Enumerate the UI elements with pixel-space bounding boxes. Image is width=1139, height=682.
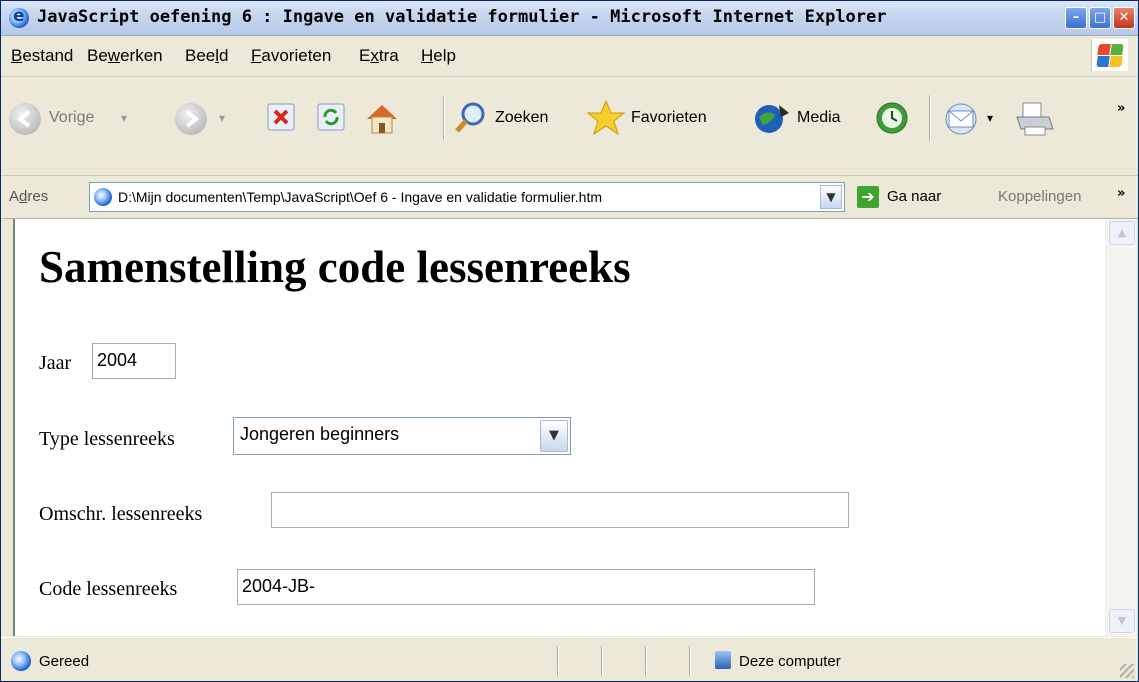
security-zone: Deze computer bbox=[739, 653, 841, 670]
year-label: Jaar bbox=[39, 352, 72, 374]
type-select[interactable]: Jongeren beginners ▼ bbox=[233, 417, 571, 455]
address-dropdown-icon[interactable]: ▼ bbox=[820, 185, 842, 209]
home-button[interactable] bbox=[363, 99, 403, 139]
mail-button[interactable]: ▾ bbox=[943, 99, 1001, 139]
menu-extra[interactable]: Extra bbox=[359, 46, 399, 66]
description-input[interactable] bbox=[271, 492, 849, 528]
toolbar-more-icon[interactable]: » bbox=[1117, 101, 1125, 116]
forward-dropdown-icon[interactable]: ▾ bbox=[219, 111, 225, 125]
standard-toolbar: Vorige ▾ ▾ Zoeken Favorieten Media ▾ » bbox=[1, 77, 1138, 176]
maximize-button[interactable]: □ bbox=[1089, 7, 1111, 29]
favorites-button[interactable]: Favorieten bbox=[587, 99, 735, 139]
address-label: Adres bbox=[9, 188, 49, 205]
links-button[interactable]: Koppelingen bbox=[998, 188, 1081, 205]
window-title: JavaScript oefening 6 : Ingave en valida… bbox=[37, 7, 887, 27]
menu-bewerken[interactable]: Bewerken bbox=[87, 46, 163, 66]
page-content: Samenstelling code lessenreeks Jaar 2004… bbox=[13, 219, 1107, 636]
star-icon bbox=[587, 99, 625, 136]
forward-button[interactable]: ▾ bbox=[169, 99, 249, 139]
close-button[interactable]: ✕ bbox=[1113, 7, 1135, 29]
back-button[interactable]: Vorige ▾ bbox=[9, 99, 169, 139]
menu-beeld[interactable]: Beeld bbox=[185, 46, 229, 66]
mail-dropdown-icon[interactable]: ▾ bbox=[987, 111, 993, 125]
scroll-up-icon[interactable]: ▲ bbox=[1109, 221, 1135, 245]
chevron-down-icon[interactable]: ▼ bbox=[540, 420, 568, 452]
minimize-button[interactable]: – bbox=[1065, 7, 1087, 29]
toolbar-separator bbox=[443, 95, 445, 141]
search-icon bbox=[455, 102, 485, 133]
go-button[interactable]: Ga naar bbox=[887, 188, 941, 205]
resize-grip-icon[interactable] bbox=[1120, 664, 1134, 678]
go-arrow-icon[interactable]: ➔ bbox=[857, 186, 879, 208]
stop-icon bbox=[267, 103, 295, 131]
status-separator bbox=[601, 646, 603, 676]
title-bar[interactable]: JavaScript oefening 6 : Ingave en valida… bbox=[1, 1, 1138, 36]
stop-button[interactable] bbox=[265, 99, 299, 139]
search-label: Zoeken bbox=[495, 109, 549, 126]
windows-logo-icon bbox=[1091, 39, 1128, 71]
menu-bestand[interactable]: Bestand bbox=[11, 46, 73, 66]
history-icon bbox=[876, 102, 908, 134]
refresh-icon bbox=[317, 103, 345, 131]
status-separator bbox=[645, 646, 647, 676]
address-input[interactable]: D:\Mijn documenten\Temp\JavaScript\Oef 6… bbox=[89, 182, 845, 212]
year-input[interactable]: 2004 bbox=[92, 343, 176, 379]
scroll-down-icon[interactable]: ▼ bbox=[1109, 609, 1135, 633]
back-label: Vorige bbox=[49, 109, 95, 126]
page-status-icon bbox=[11, 651, 31, 671]
mail-icon bbox=[945, 103, 977, 135]
history-button[interactable] bbox=[873, 99, 913, 139]
home-icon bbox=[367, 105, 397, 134]
status-separator bbox=[557, 646, 559, 676]
ie-window: JavaScript oefening 6 : Ingave en valida… bbox=[0, 0, 1139, 682]
printer-icon bbox=[1016, 102, 1054, 136]
media-button[interactable]: Media bbox=[753, 99, 859, 139]
page-icon bbox=[94, 188, 112, 206]
media-label: Media bbox=[797, 109, 841, 126]
menu-bar: Bestand Bewerken Beeld Favorieten Extra … bbox=[1, 36, 1138, 77]
menu-favorieten[interactable]: Favorieten bbox=[251, 46, 331, 66]
favorites-label: Favorieten bbox=[631, 109, 707, 126]
address-bar: Adres D:\Mijn documenten\Temp\JavaScript… bbox=[1, 176, 1138, 219]
back-arrow-icon bbox=[9, 103, 41, 135]
forward-arrow-icon bbox=[175, 103, 207, 135]
status-bar: Gereed Deze computer bbox=[1, 637, 1138, 681]
links-more-icon[interactable]: » bbox=[1117, 186, 1125, 201]
refresh-button[interactable] bbox=[315, 99, 349, 139]
menu-help[interactable]: Help bbox=[421, 46, 456, 66]
print-button[interactable] bbox=[1013, 99, 1059, 139]
status-text: Gereed bbox=[39, 653, 90, 670]
type-label: Type lessenreeks bbox=[39, 428, 175, 450]
status-separator bbox=[689, 646, 691, 676]
ie-logo-icon bbox=[9, 6, 29, 28]
code-input[interactable]: 2004-JB- bbox=[237, 569, 815, 605]
back-dropdown-icon[interactable]: ▾ bbox=[121, 111, 127, 125]
computer-zone-icon bbox=[715, 651, 731, 669]
search-button[interactable]: Zoeken bbox=[453, 99, 571, 139]
code-label: Code lessenreeks bbox=[39, 578, 178, 600]
toolbar-separator bbox=[929, 95, 931, 141]
address-url: D:\Mijn documenten\Temp\JavaScript\Oef 6… bbox=[118, 189, 602, 205]
vertical-scrollbar[interactable]: ▲ ▼ bbox=[1105, 219, 1136, 636]
description-label: Omschr. lessenreeks bbox=[39, 503, 203, 525]
page-heading: Samenstelling code lessenreeks bbox=[39, 242, 631, 292]
type-selected-value: Jongeren beginners bbox=[240, 424, 400, 444]
media-globe-icon bbox=[755, 105, 789, 133]
